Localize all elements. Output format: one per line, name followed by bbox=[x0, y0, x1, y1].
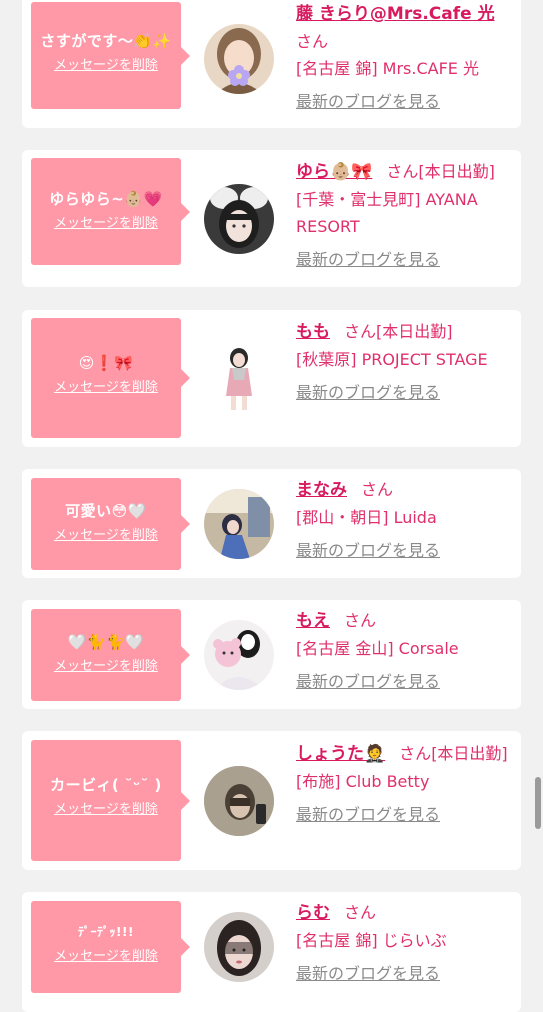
avatar[interactable] bbox=[204, 24, 274, 94]
latest-blog-link[interactable]: 最新のブログを見る bbox=[296, 668, 440, 695]
sender-info: まなみ さん [郡山・朝日] Luida 最新のブログを見る bbox=[296, 476, 518, 564]
shop-label: [名古屋 錦] じらいぶ bbox=[296, 931, 447, 950]
message-card: カービィ( ˘ᵕ˘ ) メッセージを削除 しょうた🤵 さん[本日出勤] [布施] … bbox=[22, 731, 521, 870]
sender-name-link[interactable]: しょうた🤵 bbox=[296, 744, 385, 764]
message-text: さすがです〜👏✨ bbox=[40, 32, 172, 50]
man-mirror-selfie-icon bbox=[204, 766, 274, 836]
delete-message-link[interactable]: メッセージを削除 bbox=[54, 800, 158, 820]
shop-label: [千葉・富士見町] AYANA RESORT bbox=[296, 190, 478, 236]
message-text: 可愛い😳🤍 bbox=[65, 502, 147, 520]
sender-name-link[interactable]: ゆら👶🏼🎀 bbox=[296, 162, 372, 182]
message-text: 🤍🐈🐈🤍 bbox=[67, 633, 145, 651]
scrollbar-thumb[interactable] bbox=[535, 777, 541, 829]
girl-posing-blue-room-icon bbox=[204, 489, 274, 559]
shop-label: [布施] Club Betty bbox=[296, 772, 430, 791]
girl-with-teddy-bear-icon bbox=[204, 620, 274, 690]
sender-info: ゆら👶🏼🎀 さん[本日出勤] [千葉・富士見町] AYANA RESORT 最新の… bbox=[296, 158, 518, 273]
message-text: カービィ( ˘ᵕ˘ ) bbox=[50, 776, 162, 794]
message-text: ゆらゆら~👶🏼💗 bbox=[49, 190, 163, 208]
message-card: ゆらゆら~👶🏼💗 メッセージを削除 ゆら👶🏼🎀 さん[本日出勤] [千葉・富士見町… bbox=[22, 150, 521, 287]
sender-info: しょうた🤵 さん[本日出勤] [布施] Club Betty 最新のブログを見る bbox=[296, 740, 518, 828]
message-bubble: カービィ( ˘ᵕ˘ ) メッセージを削除 bbox=[31, 740, 190, 861]
avatar[interactable] bbox=[204, 766, 274, 836]
sender-info: 藤 きらり@Mrs.Cafe 光 さん [名古屋 錦] Mrs.CAFE 光 最… bbox=[296, 0, 518, 115]
girl-face-with-flower-sticker-icon bbox=[204, 24, 274, 94]
message-bubble: ﾃﾟｰﾃﾟｯ!!! メッセージを削除 bbox=[31, 901, 190, 993]
honorific: さん bbox=[361, 480, 394, 499]
message-card: 可愛い😳🤍 メッセージを削除 まなみ さん [郡山・朝日] Luida 最新のブロ… bbox=[22, 469, 521, 578]
girl-full-body-pink-dress-icon bbox=[204, 344, 274, 414]
message-card: 🤍🐈🐈🤍 メッセージを削除 もえ さん [名古屋 金山] Corsale 最新のブ… bbox=[22, 600, 521, 709]
sender-name-link[interactable]: まなみ bbox=[296, 480, 347, 500]
avatar[interactable] bbox=[204, 620, 274, 690]
avatar[interactable] bbox=[204, 912, 274, 982]
sender-name-link[interactable]: らむ bbox=[296, 903, 330, 923]
work-status: [本日出勤] bbox=[431, 744, 508, 763]
honorific: さん bbox=[399, 744, 432, 763]
sender-name-link[interactable]: もえ bbox=[296, 611, 330, 631]
delete-message-link[interactable]: メッセージを削除 bbox=[54, 378, 158, 398]
honorific: さん bbox=[296, 32, 329, 51]
avatar[interactable] bbox=[204, 489, 274, 559]
delete-message-link[interactable]: メッセージを削除 bbox=[54, 657, 158, 677]
honorific: さん bbox=[344, 611, 377, 630]
delete-message-link[interactable]: メッセージを削除 bbox=[54, 526, 158, 546]
shop-label: [郡山・朝日] Luida bbox=[296, 508, 437, 527]
shop-label: [名古屋 錦] Mrs.CAFE 光 bbox=[296, 59, 479, 78]
honorific: さん bbox=[386, 162, 419, 181]
message-bubble: さすがです〜👏✨ メッセージを削除 bbox=[31, 2, 190, 109]
work-status: [本日出勤] bbox=[376, 322, 453, 341]
message-bubble: 🤍🐈🐈🤍 メッセージを削除 bbox=[31, 609, 190, 701]
shop-label: [名古屋 金山] Corsale bbox=[296, 639, 459, 658]
message-bubble: 可愛い😳🤍 メッセージを削除 bbox=[31, 478, 190, 570]
message-card: ﾃﾟｰﾃﾟｯ!!! メッセージを削除 らむ さん [名古屋 錦] じらいぶ 最新の… bbox=[22, 892, 521, 1012]
girl-with-fluffy-ears-icon bbox=[204, 184, 274, 254]
sender-name-link[interactable]: 藤 きらり@Mrs.Cafe 光 bbox=[296, 4, 495, 24]
message-bubble: 😍❗🎀 メッセージを削除 bbox=[31, 318, 190, 438]
latest-blog-link[interactable]: 最新のブログを見る bbox=[296, 246, 440, 273]
girl-with-lace-veil-icon bbox=[204, 912, 274, 982]
latest-blog-link[interactable]: 最新のブログを見る bbox=[296, 537, 440, 564]
sender-info: もも さん[本日出勤] [秋葉原] PROJECT STAGE 最新のブログを見る bbox=[296, 318, 518, 406]
honorific: さん bbox=[344, 322, 377, 341]
work-status: [本日出勤] bbox=[418, 162, 495, 181]
latest-blog-link[interactable]: 最新のブログを見る bbox=[296, 379, 440, 406]
message-bubble: ゆらゆら~👶🏼💗 メッセージを削除 bbox=[31, 158, 190, 265]
avatar[interactable] bbox=[204, 344, 274, 414]
delete-message-link[interactable]: メッセージを削除 bbox=[54, 947, 158, 967]
message-card: 😍❗🎀 メッセージを削除 もも さん[本日出勤] [秋葉原] PROJECT ST… bbox=[22, 310, 521, 447]
honorific: さん bbox=[344, 903, 377, 922]
latest-blog-link[interactable]: 最新のブログを見る bbox=[296, 960, 440, 987]
sender-info: もえ さん [名古屋 金山] Corsale 最新のブログを見る bbox=[296, 607, 518, 695]
shop-label: [秋葉原] PROJECT STAGE bbox=[296, 350, 488, 369]
sender-name-link[interactable]: もも bbox=[296, 322, 330, 342]
latest-blog-link[interactable]: 最新のブログを見る bbox=[296, 88, 440, 115]
message-card: さすがです〜👏✨ メッセージを削除 藤 きらり@Mrs.Cafe 光 さん [名… bbox=[22, 0, 521, 128]
delete-message-link[interactable]: メッセージを削除 bbox=[54, 214, 158, 234]
sender-info: らむ さん [名古屋 錦] じらいぶ 最新のブログを見る bbox=[296, 899, 518, 987]
avatar[interactable] bbox=[204, 184, 274, 254]
message-text: ﾃﾟｰﾃﾟｯ!!! bbox=[78, 925, 134, 939]
message-text: 😍❗🎀 bbox=[78, 354, 134, 372]
delete-message-link[interactable]: メッセージを削除 bbox=[54, 56, 158, 76]
latest-blog-link[interactable]: 最新のブログを見る bbox=[296, 801, 440, 828]
